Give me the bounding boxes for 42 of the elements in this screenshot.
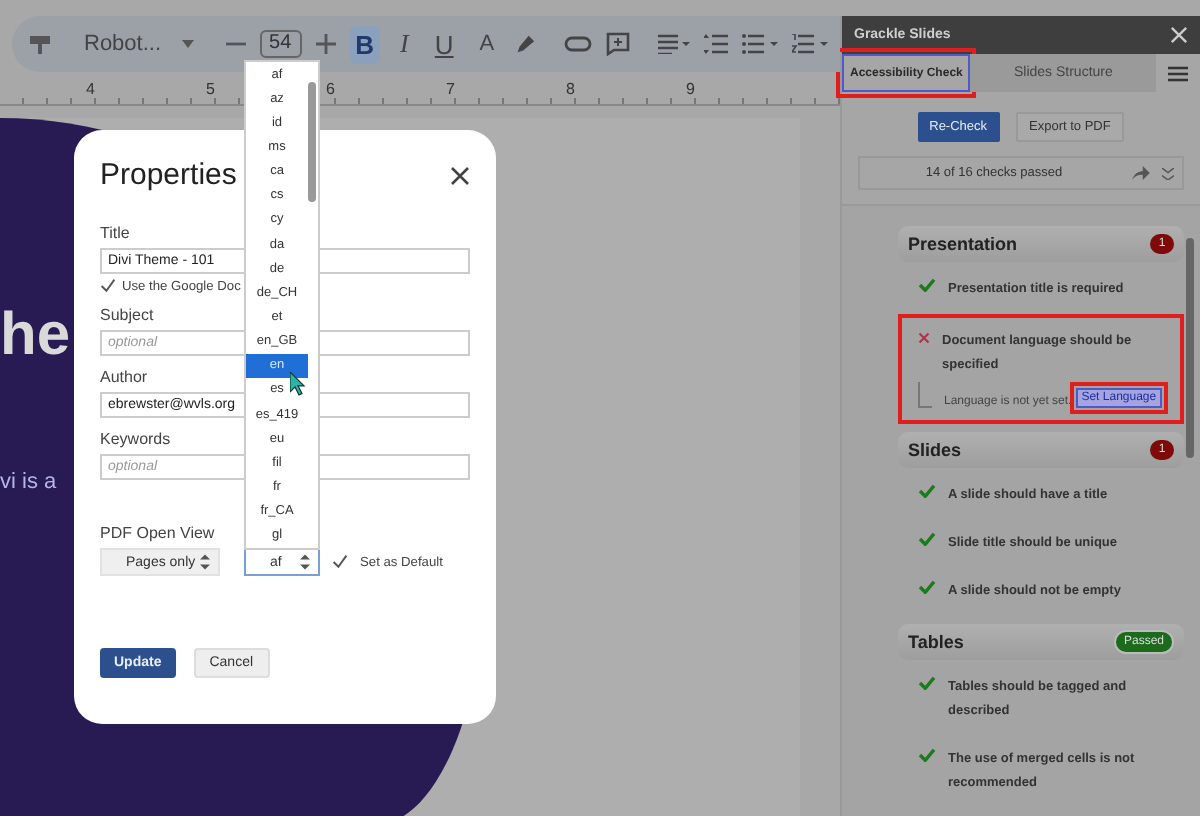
- section-title: Slides: [908, 440, 962, 460]
- ruler-number: 6: [326, 80, 337, 102]
- dialog-title: Properties: [100, 158, 237, 192]
- comment-icon[interactable]: [606, 32, 631, 56]
- pointer-cursor-icon: [290, 372, 306, 396]
- ruler-number: 9: [686, 80, 697, 102]
- format-button[interactable]: A: [473, 28, 501, 60]
- bulleted-list-icon[interactable]: [742, 34, 779, 54]
- ruler-number: 5: [206, 80, 217, 102]
- share-icon[interactable]: [1132, 166, 1150, 180]
- align-icon[interactable]: [658, 34, 691, 54]
- paint-roller-icon[interactable]: [28, 32, 52, 56]
- highlighter-icon[interactable]: [514, 33, 537, 55]
- stepper-icon: [200, 554, 210, 570]
- ruler-number: 4: [86, 80, 97, 102]
- slide-subtitle: vi is a: [0, 470, 57, 494]
- field-label: Subject: [100, 306, 154, 324]
- format-button[interactable]: U: [428, 25, 460, 63]
- format-button[interactable]: I: [394, 24, 415, 64]
- plus-icon[interactable]: [315, 34, 336, 54]
- section-title: Presentation: [908, 234, 1018, 254]
- format-button[interactable]: B: [349, 25, 381, 63]
- link-icon[interactable]: [564, 36, 593, 52]
- collapse-all-icon[interactable]: [1162, 167, 1174, 179]
- ruler-number: 7: [446, 80, 457, 102]
- checkbox[interactable]: [100, 278, 116, 294]
- caret-icon: [181, 40, 194, 48]
- font-size-field[interactable]: 54: [259, 30, 302, 58]
- font-dropdown[interactable]: Robot...: [80, 32, 198, 56]
- section-title: Tables: [908, 632, 964, 652]
- ruler-number: 8: [566, 80, 577, 102]
- field-label: Keywords: [100, 430, 171, 448]
- checkbox[interactable]: [332, 554, 348, 570]
- field-label: Title: [100, 224, 130, 242]
- stepper-icon: [300, 554, 310, 570]
- field-label: Author: [100, 368, 148, 386]
- close-icon[interactable]: [450, 165, 470, 185]
- field-label: PDF Open View: [100, 524, 215, 542]
- slide-heading: he: [0, 302, 71, 370]
- line-spacing-icon[interactable]: [704, 34, 729, 54]
- menu-icon[interactable]: [1168, 65, 1188, 81]
- numbered-list-icon[interactable]: [792, 34, 829, 54]
